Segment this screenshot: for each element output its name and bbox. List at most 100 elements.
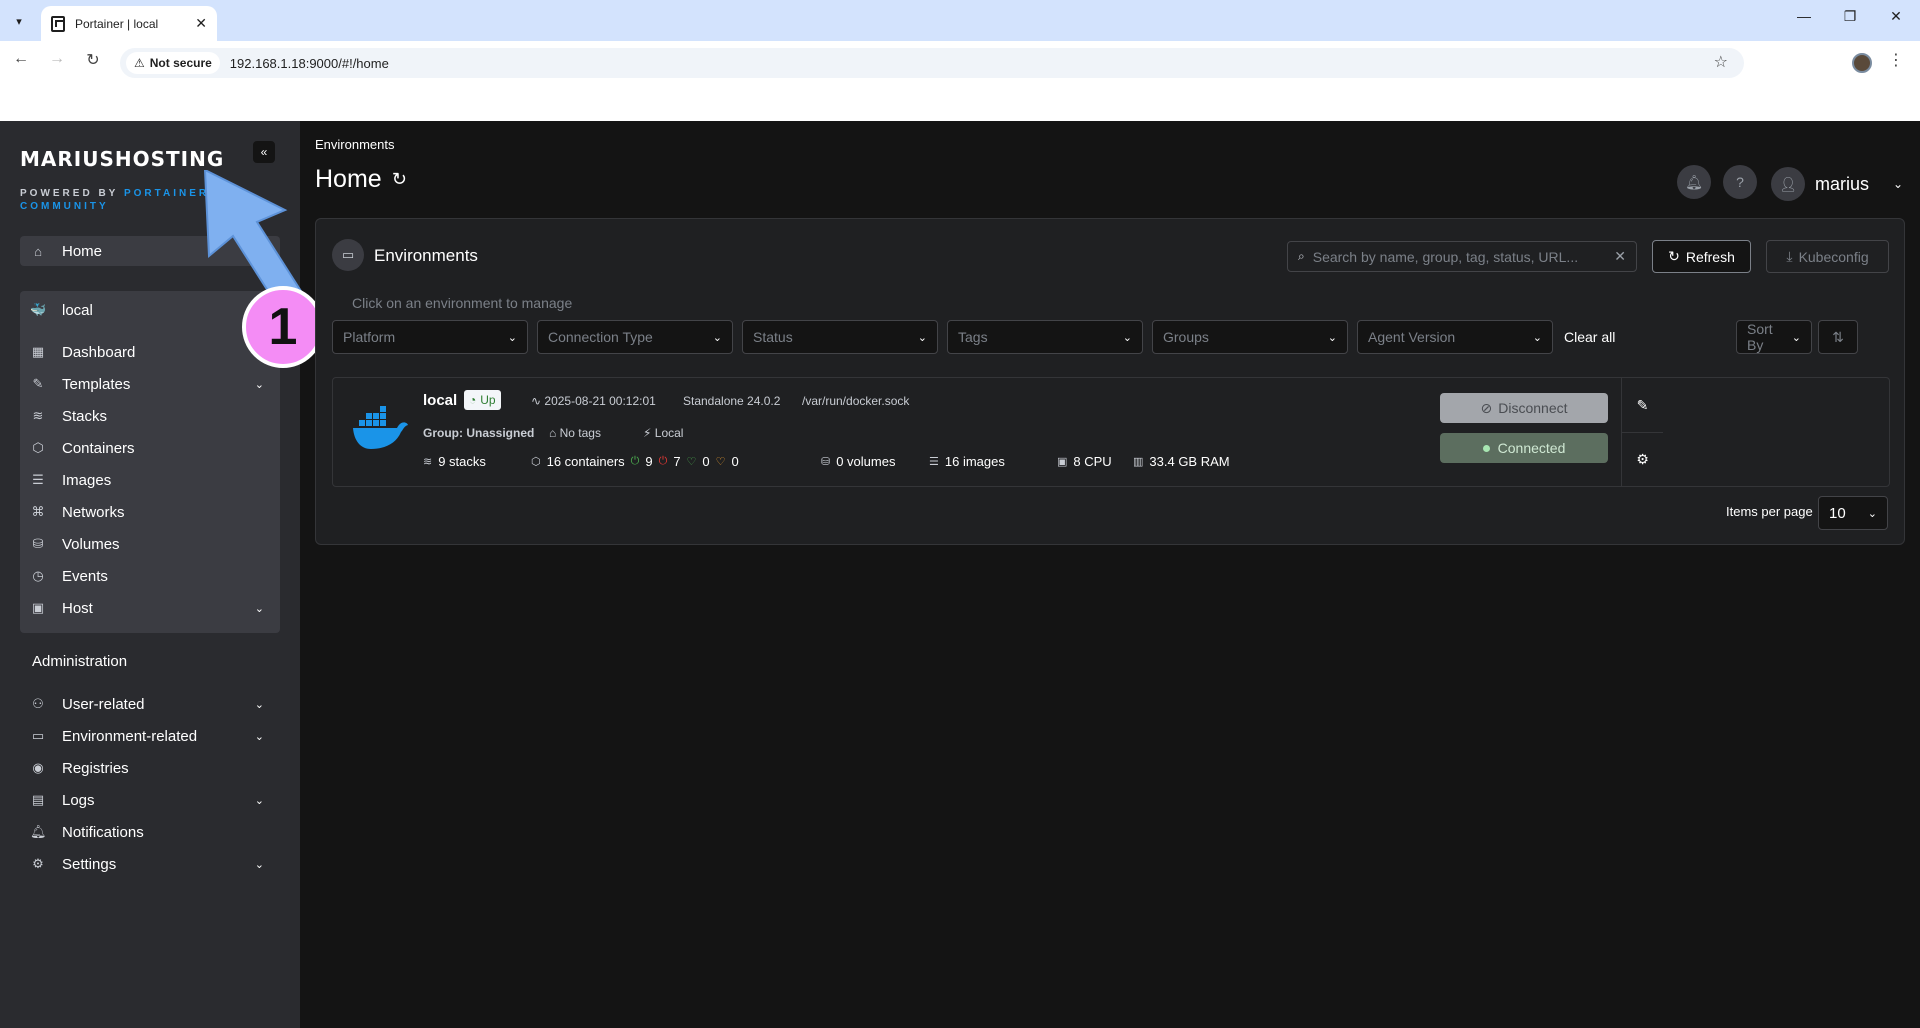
filter-agent-version[interactable]: Agent Version ⌄ <box>1357 320 1553 354</box>
sort-order-button[interactable]: ⇅ <box>1818 320 1858 354</box>
refresh-icon[interactable]: ↻ <box>392 169 407 190</box>
filter-tags[interactable]: Tags ⌄ <box>947 320 1143 354</box>
filter-label: Connection Type <box>548 329 653 345</box>
administration-heading: Administration <box>32 653 128 670</box>
gear-icon: ⚙ <box>32 856 44 871</box>
chevron-down-icon: ⌄ <box>507 331 517 344</box>
disconnect-button[interactable]: ⊘ Disconnect <box>1440 393 1608 423</box>
forward-icon[interactable]: → <box>44 50 70 68</box>
warning-icon: ⚠ <box>134 56 145 70</box>
sidebar-item-label: Stacks <box>62 407 108 425</box>
breadcrumb[interactable]: Environments <box>315 137 394 152</box>
filter-groups[interactable]: Groups ⌄ <box>1152 320 1348 354</box>
portainer-favicon-icon <box>51 15 65 32</box>
search-icon: ⌕ <box>1298 249 1305 263</box>
database-icon: ⛁ <box>821 456 831 468</box>
clear-all-button[interactable]: Clear all <box>1564 329 1615 345</box>
annotation-step-badge: 1 <box>242 286 324 368</box>
page-title: Home ↻ <box>315 165 407 194</box>
sidebar-item-label: Networks <box>62 503 125 521</box>
sidebar-item-containers[interactable]: ⬡ Containers <box>20 433 280 463</box>
tab-search-button[interactable]: ▾ <box>6 8 32 34</box>
chevron-down-icon[interactable]: ⌄ <box>255 858 264 871</box>
sidebar-item-label: Events <box>62 567 108 585</box>
minimize-icon[interactable]: — <box>1784 8 1824 24</box>
reload-icon[interactable]: ↻ <box>80 50 106 70</box>
sidebar-item-logs[interactable]: ▤ Logs ⌄ <box>20 785 280 815</box>
sidebar-item-environment-related[interactable]: ▭ Environment-related ⌄ <box>20 721 280 751</box>
refresh-button[interactable]: ↻ Refresh <box>1652 240 1751 273</box>
notifications-bell-icon[interactable]: 🔔︎ <box>1677 165 1711 199</box>
url-text[interactable]: 192.168.1.18:9000/#!/home <box>230 56 389 71</box>
containers-count: 16 containers <box>546 454 625 469</box>
sidebar-item-stacks[interactable]: ≋ Stacks <box>20 401 280 431</box>
docker-icon: 🐳 <box>30 302 47 317</box>
collapse-sidebar-button[interactable]: « <box>253 141 275 163</box>
back-icon[interactable]: ← <box>8 50 34 68</box>
security-indicator[interactable]: ⚠ Not secure <box>126 52 220 74</box>
edit-icon[interactable]: ✎ <box>1622 378 1663 432</box>
profile-avatar[interactable] <box>1852 53 1872 73</box>
location-text: Local <box>654 426 684 440</box>
sidebar-item-templates[interactable]: ✎ Templates ⌄ <box>20 369 280 399</box>
gear-icon[interactable]: ⚙ <box>1622 432 1663 486</box>
sidebar-item-user-related[interactable]: ⚇ User-related ⌄ <box>20 689 280 719</box>
brand-logo[interactable]: MARIUSHOSTING <box>20 147 224 171</box>
chevron-down-icon[interactable]: ⌄ <box>255 730 264 743</box>
connected-button[interactable]: Connected <box>1440 433 1608 463</box>
browser-tab[interactable]: Portainer | local ✕ <box>41 6 217 41</box>
filter-platform[interactable]: Platform ⌄ <box>332 320 528 354</box>
help-icon[interactable]: ? <box>1723 165 1757 199</box>
layers-icon: ≋ <box>32 408 44 423</box>
sidebar-item-volumes[interactable]: ⛁ Volumes <box>20 529 280 559</box>
sidebar-item-dashboard[interactable]: ▦ Dashboard <box>20 337 280 367</box>
power-icon: ⏻ <box>630 455 640 467</box>
clear-search-icon[interactable]: ✕ <box>1614 248 1626 265</box>
bookmark-star-icon[interactable]: ☆ <box>1714 52 1728 72</box>
sidebar-item-label: Volumes <box>62 535 120 553</box>
brand-subtitle: POWERED BY PORTAINER COMMUNITY <box>20 187 209 213</box>
sort-by-select[interactable]: Sort By ⌄ <box>1736 320 1812 354</box>
kubeconfig-button[interactable]: ⤓ Kubeconfig <box>1766 240 1889 273</box>
environment-name[interactable]: local <box>423 392 457 409</box>
network-icon: ⌘ <box>31 504 45 519</box>
memory-icon: ▥ <box>1133 456 1144 468</box>
filter-connection-type[interactable]: Connection Type ⌄ <box>537 320 733 354</box>
box-icon: ⬡ <box>531 456 541 468</box>
file-icon: ▤ <box>31 792 45 807</box>
timestamp-label: 2025-08-21 00:12:01 <box>544 394 656 408</box>
search-input[interactable]: ⌕ Search by name, group, tag, status, UR… <box>1287 241 1637 272</box>
chevron-down-icon[interactable]: ⌄ <box>255 602 264 615</box>
environment-row[interactable]: local ◔ Up ∿ 2025-08-21 00:12:01 Standal… <box>332 377 1890 487</box>
items-per-page-label: Items per page <box>1726 504 1813 519</box>
sidebar-item-networks[interactable]: ⌘ Networks <box>20 497 280 527</box>
chevron-down-icon[interactable]: ⌄ <box>255 378 264 391</box>
filter-status[interactable]: Status ⌄ <box>742 320 938 354</box>
sidebar-item-images[interactable]: ☰ Images <box>20 465 280 495</box>
sidebar-item-host[interactable]: ▣ Host ⌄ <box>20 593 280 623</box>
restore-icon[interactable]: ❐ <box>1830 8 1870 25</box>
user-avatar-icon: 👤︎ <box>1771 167 1805 201</box>
chevron-down-icon[interactable]: ⌄ <box>1893 177 1903 191</box>
window-close-icon[interactable]: ✕ <box>1876 8 1916 25</box>
sidebar-item-events[interactable]: ◷ Events <box>20 561 280 591</box>
browser-tab-bar: ▾ Portainer | local ✕ — ❐ ✕ <box>0 0 1920 41</box>
sidebar-item-notifications[interactable]: 🔔︎ Notifications <box>20 817 280 847</box>
chevron-down-icon[interactable]: ⌄ <box>255 698 264 711</box>
search-placeholder: Search by name, group, tag, status, URL.… <box>1312 248 1579 265</box>
tags-label: ⌂ No tags <box>549 426 601 440</box>
items-per-page-select[interactable]: 10 ⌄ <box>1818 496 1888 530</box>
sidebar-item-label: User-related <box>62 695 145 713</box>
browser-menu-icon[interactable]: ⋮ <box>1888 50 1904 70</box>
chevron-down-icon[interactable]: ⌄ <box>255 794 264 807</box>
user-menu[interactable]: 👤︎ marius ⌄ <box>1771 167 1903 201</box>
sidebar-item-label: Logs <box>62 791 95 809</box>
address-bar[interactable]: ⚠ Not secure 192.168.1.18:9000/#!/home ☆ <box>120 48 1744 78</box>
sidebar-item-registries[interactable]: ◉ Registries <box>20 753 280 783</box>
sidebar-item-settings[interactable]: ⚙ Settings ⌄ <box>20 849 280 879</box>
tag-icon: ⌂ <box>549 426 557 440</box>
tab-close-icon[interactable]: ✕ <box>195 15 207 32</box>
group-text: Group: Unassigned <box>423 426 535 440</box>
location-label: ⚡︎ Local <box>643 426 683 440</box>
healthy-count: 0 <box>702 454 710 469</box>
